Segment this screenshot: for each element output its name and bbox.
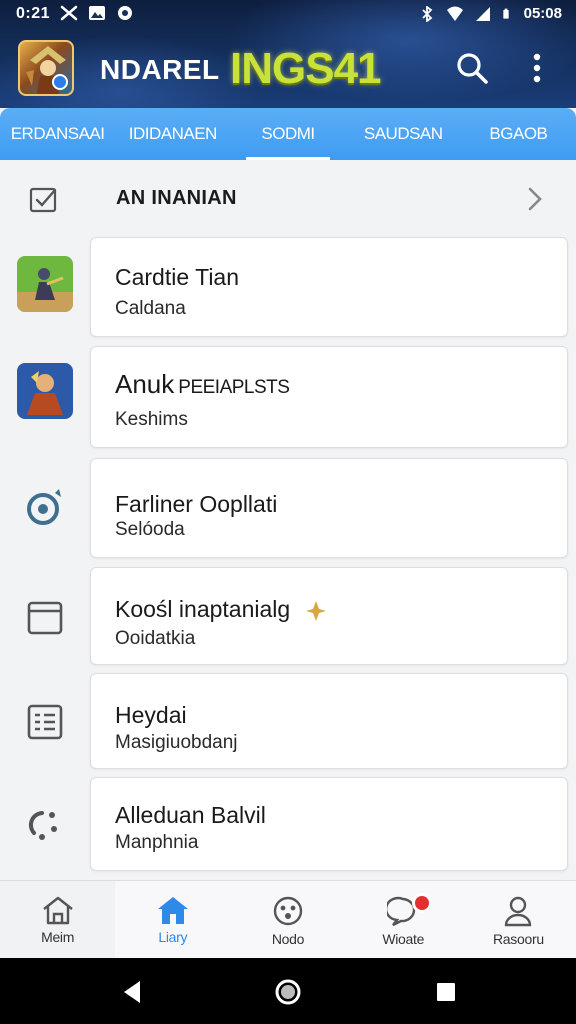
game-icon-blue — [17, 363, 73, 419]
signal-icon — [475, 6, 490, 21]
tab-4[interactable]: BGAOB — [461, 108, 576, 160]
list-item[interactable]: Alleduan Balvil Manphnia — [0, 777, 576, 873]
status-notification-icons — [60, 5, 134, 21]
item-subtitle: Masigiuobdanj — [115, 732, 238, 753]
list-item[interactable]: Heydai Masigiuobdanj — [0, 673, 576, 771]
nav-item-3[interactable]: Wioate — [346, 881, 461, 958]
nav-label: Nodo — [271, 931, 305, 947]
item-title-extra: PEEIAPLSTS — [178, 377, 290, 398]
list-card[interactable]: Koośl inaptanialg Ooidatkia — [90, 567, 568, 665]
item-title: Anuk PEEIAPLSTS — [115, 369, 290, 400]
row-icon — [16, 589, 74, 647]
nav-item-1-active[interactable]: Liary — [115, 881, 230, 958]
nav-item-0[interactable]: Meim — [0, 881, 116, 958]
status-clock: 05:08 — [523, 5, 562, 22]
list-card[interactable]: Heydai Masigiuobdanj — [90, 673, 568, 769]
app-title: NDAREL — [100, 54, 220, 85]
item-title: Koośl inaptanialg — [115, 596, 327, 623]
tools-icon — [60, 5, 78, 21]
status-bar: 0:21 05:08 — [0, 0, 576, 28]
item-title: Farliner Oopllati — [115, 491, 278, 517]
game-icon-green — [17, 256, 73, 312]
hero-logo-icon — [26, 46, 66, 94]
battery-icon — [502, 8, 509, 19]
home-filled-icon — [157, 897, 188, 924]
item-subtitle: Ooidatkia — [115, 628, 196, 649]
row-icon — [16, 255, 74, 313]
item-subtitle: Manphnia — [115, 832, 199, 853]
target-icon — [27, 489, 61, 525]
gallery-icon — [89, 6, 105, 20]
back-triangle-icon — [124, 981, 140, 1003]
tab-3[interactable]: SAUDSAN — [346, 108, 461, 160]
row-icon — [16, 693, 74, 751]
sparkle-icon — [305, 600, 326, 621]
item-title-main: Anuk — [115, 369, 175, 399]
item-subtitle: Keshims — [115, 409, 188, 430]
bluetooth-icon — [421, 5, 432, 22]
nav-item-4[interactable]: Rasooru — [461, 881, 576, 958]
list-item[interactable]: Anuk PEEIAPLSTS Keshims — [0, 346, 576, 450]
window-icon — [27, 601, 63, 635]
person-icon — [505, 896, 532, 927]
list-card[interactable]: Farliner Oopllati Selóoda — [90, 458, 568, 558]
recents-button[interactable] — [426, 972, 466, 1012]
home-button[interactable] — [268, 972, 308, 1012]
search-button[interactable] — [450, 46, 494, 90]
nav-item-2[interactable]: Nodo — [230, 881, 345, 958]
nav-label: Rasooru — [493, 931, 544, 947]
home-circle-icon — [275, 979, 301, 1005]
loader-icon — [28, 811, 57, 840]
list-icon — [27, 704, 63, 740]
tab-0[interactable]: ERDANSAAI — [0, 108, 115, 160]
bottom-nav: Meim Liary Nodo Wioate Rasooru — [0, 880, 576, 958]
search-icon — [457, 53, 488, 84]
face-icon — [273, 896, 303, 926]
item-title: Alleduan Balvil — [115, 802, 266, 828]
status-time: 0:21 — [16, 5, 51, 22]
section-header[interactable]: AN INANIAN — [0, 162, 576, 236]
row-icon — [16, 362, 74, 420]
row-icon — [16, 478, 74, 536]
back-button[interactable] — [112, 972, 152, 1012]
tab-bar: ERDANSAAI IDIDANAEN SODMI SAUDSAN BGAOB — [0, 108, 576, 160]
verified-badge-icon — [52, 74, 68, 90]
nav-label: Meim — [41, 929, 75, 945]
app-bar: NDAREL INGS41 — [0, 36, 576, 102]
item-title-text: Koośl inaptanialg — [115, 596, 291, 622]
more-vertical-icon — [533, 53, 541, 83]
chevron-right-icon — [528, 187, 542, 211]
nav-label: Wioate — [382, 931, 425, 947]
item-subtitle: Selóoda — [115, 519, 185, 540]
item-subtitle: Caldana — [115, 298, 186, 319]
app-logo[interactable] — [18, 40, 74, 96]
row-icon — [16, 795, 74, 853]
app-header: 0:21 05:08 NDAREL INGS41 — [0, 0, 576, 108]
list-card[interactable]: Cardtie Tian Caldana — [90, 237, 568, 337]
item-title: Heydai — [115, 702, 187, 728]
wifi-icon — [446, 6, 463, 21]
app-brand-logo: INGS41 — [230, 44, 382, 93]
recents-square-icon — [437, 983, 455, 1001]
overflow-menu-button[interactable] — [515, 46, 559, 90]
item-title: Cardtie Tian — [115, 264, 240, 290]
list-item[interactable]: Cardtie Tian Caldana — [0, 237, 576, 339]
section-title: AN INANIAN — [116, 187, 237, 209]
sync-icon — [118, 6, 132, 20]
tab-2-active[interactable]: SODMI — [230, 108, 345, 160]
checkbox-icon — [29, 187, 57, 213]
status-system-icons: 05:08 — [418, 5, 562, 22]
list-card[interactable]: Alleduan Balvil Manphnia — [90, 777, 568, 871]
list-item[interactable]: Farliner Oopllati Selóoda — [0, 458, 576, 560]
tab-1[interactable]: IDIDANAEN — [115, 108, 230, 160]
nav-label: Liary — [158, 929, 188, 945]
notification-badge — [411, 893, 432, 913]
list-item[interactable]: Koośl inaptanialg Ooidatkia — [0, 567, 576, 667]
system-nav-bar — [0, 958, 576, 1024]
list-card[interactable]: Anuk PEEIAPLSTS Keshims — [90, 346, 568, 448]
home-outline-icon — [42, 896, 73, 925]
